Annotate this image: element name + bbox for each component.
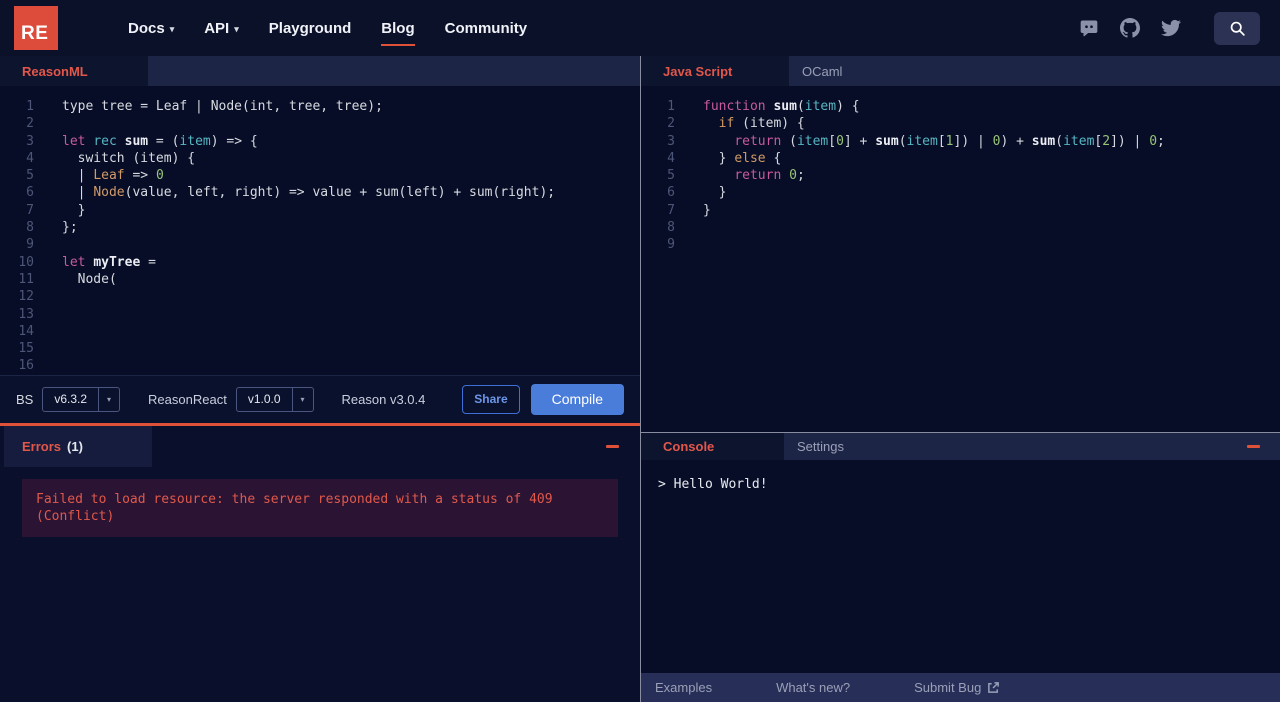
code-line: 13: [18, 306, 34, 322]
output-pane: Java Script OCaml 1 function sum(item) { 2…: [641, 56, 1280, 702]
code-line: 6 }: [667, 185, 727, 201]
javascript-output-editor[interactable]: 1 function sum(item) { 2 if (item) {3 retu…: [641, 86, 1280, 432]
footer-submit-bug[interactable]: Submit Bug: [914, 680, 1000, 695]
code-line: 9: [26, 237, 34, 253]
tab-settings[interactable]: Settings: [784, 433, 844, 460]
logo-text: RE: [21, 23, 49, 44]
reasonreact-label: ReasonReact: [148, 391, 227, 407]
nav-item-docs[interactable]: Docs ▾: [128, 20, 174, 37]
tab-javascript[interactable]: Java Script: [641, 56, 789, 86]
tab-reasonml[interactable]: ReasonML: [0, 56, 148, 86]
errors-header: Errors (1): [0, 425, 640, 467]
share-button[interactable]: Share: [462, 384, 520, 414]
code-line: 11 Node(: [18, 271, 117, 287]
code-line: 8: [667, 220, 675, 236]
chevron-down-icon: ▾: [291, 387, 313, 411]
code-line: 4 } else {: [667, 150, 782, 166]
discord-icon[interactable]: [1079, 18, 1099, 38]
nav-links: Docs ▾ API ▾ Playground Blog Community: [128, 20, 528, 46]
code-line: 7}: [667, 202, 711, 218]
code-line: 4 switch (item) {: [26, 150, 196, 166]
bs-version-select[interactable]: v6.3.2 ▾: [42, 386, 121, 412]
footer-whats-new[interactable]: What's new?: [776, 680, 850, 695]
chevron-down-icon: ▾: [234, 23, 239, 34]
nav-right: [1079, 11, 1260, 45]
code-line: 10 let myTree =: [18, 254, 156, 270]
nav-item-playground[interactable]: Playground: [269, 20, 352, 37]
code-line: 1 function sum(item) {: [667, 99, 860, 114]
code-line: 3 let rec sum = (item) => {: [26, 133, 258, 149]
errors-panel: Errors (1) Failed to load resource: the …: [0, 425, 640, 702]
code-line: 2: [26, 116, 34, 132]
error-message: Failed to load resource: the server resp…: [22, 478, 618, 537]
console-output: > Hello World!: [641, 460, 1280, 673]
minimize-icon[interactable]: [1247, 445, 1260, 448]
compile-toolbar: BS v6.3.2 ▾ ReasonReact v1.0.0 ▾ Reason …: [0, 374, 640, 423]
console-tab-strip: Console Settings: [641, 432, 1280, 460]
nav-item-blog[interactable]: Blog: [381, 20, 415, 46]
code-line: 1 type tree = Leaf | Node(int, tree, tree…: [26, 99, 383, 114]
chevron-down-icon: ▾: [98, 387, 119, 411]
code-line: 9: [667, 237, 675, 253]
reasonreact-version-select[interactable]: v1.0.0 ▾: [235, 386, 314, 412]
reason-editor-pane: ReasonML 1 type tree = Leaf | Node(int, t…: [0, 56, 641, 702]
chevron-down-icon: ▾: [169, 23, 175, 34]
tab-errors[interactable]: Errors (1): [4, 425, 152, 467]
compile-button[interactable]: Compile: [530, 383, 624, 415]
main-area: ReasonML 1 type tree = Leaf | Node(int, t…: [0, 56, 1280, 702]
reason-code-editor[interactable]: 1 type tree = Leaf | Node(int, tree, tree…: [0, 86, 640, 375]
nav-item-api[interactable]: API ▾: [204, 20, 239, 37]
code-line: 3 return (item[0] + sum(item[1]) | 0) + …: [667, 133, 1165, 149]
nav-item-community[interactable]: Community: [445, 20, 528, 37]
bs-label: BS: [16, 391, 34, 407]
twitter-icon[interactable]: [1161, 18, 1181, 38]
code-line: 7 }: [26, 202, 86, 218]
github-icon[interactable]: [1120, 18, 1140, 38]
code-line: 6 | Node(value, left, right) => value + …: [26, 185, 556, 201]
minimize-icon[interactable]: [606, 444, 619, 448]
playground-footer: Examples What's new? Submit Bug: [641, 673, 1280, 702]
top-nav: RE Docs ▾ API ▾ Playground Blog Communit…: [0, 0, 1280, 56]
code-line: 12: [18, 289, 34, 305]
code-line: 16: [18, 358, 34, 374]
code-line: 5 return 0;: [667, 168, 805, 184]
code-line: 14: [18, 323, 34, 339]
code-line: 5 | Leaf => 0: [26, 168, 164, 184]
search-button[interactable]: [1214, 11, 1260, 45]
code-line: 2 if (item) {: [667, 116, 805, 132]
errors-count-badge: (1): [67, 438, 83, 454]
right-tab-strip: Java Script OCaml: [641, 56, 1280, 86]
reason-version-label: Reason v3.0.4: [341, 391, 426, 407]
footer-examples[interactable]: Examples: [655, 680, 712, 695]
left-tab-strip: ReasonML: [0, 56, 640, 86]
external-link-icon: [988, 682, 1000, 693]
code-line: 8};: [26, 220, 78, 236]
reason-logo[interactable]: RE: [14, 6, 58, 50]
code-line: 15: [18, 341, 34, 357]
search-icon: [1230, 21, 1245, 36]
tab-ocaml[interactable]: OCaml: [789, 56, 842, 86]
tab-console[interactable]: Console: [641, 433, 784, 460]
